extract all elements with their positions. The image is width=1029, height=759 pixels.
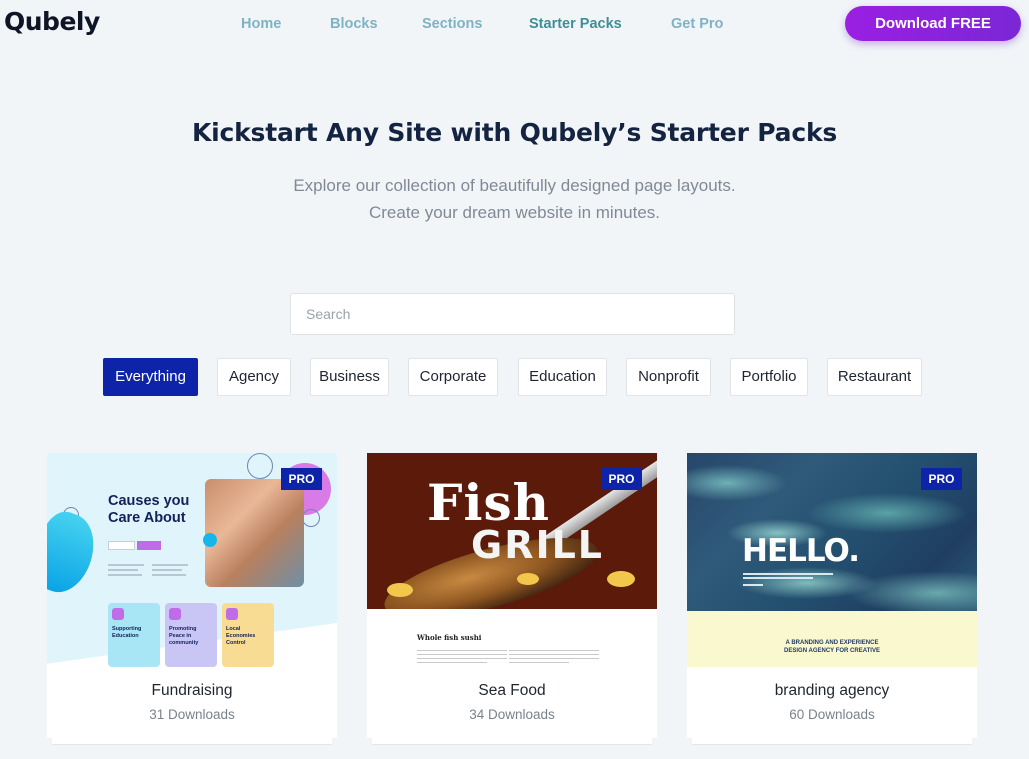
card-thumbnail[interactable]: Fish GRILL Whole fish sushi PRO	[367, 453, 657, 667]
preview-feature-card: Local Economies Control	[222, 603, 274, 667]
card-thumbnail[interactable]: HELLO. A BRANDING AND EXPERIENCE DESIGN …	[687, 453, 977, 667]
preview-title: Causes you Care About	[108, 493, 190, 526]
preview-text-lines	[743, 571, 833, 588]
preview-feature-card: Supporting Education	[108, 603, 160, 667]
hero-subtitle-line1: Explore our collection of beautifully de…	[293, 176, 736, 195]
pro-badge: PRO	[921, 468, 962, 490]
filter-education[interactable]: Education	[518, 358, 607, 396]
nav-get-pro[interactable]: Get Pro	[671, 16, 723, 32]
filter-corporate[interactable]: Corporate	[408, 358, 498, 396]
preview-word-grill: GRILL	[471, 523, 605, 567]
nav-blocks[interactable]: Blocks	[330, 16, 378, 32]
preview-tagline: A BRANDING AND EXPERIENCE DESIGN AGENCY …	[784, 640, 880, 654]
lemon-slice	[517, 573, 539, 585]
preview-buttons	[108, 537, 163, 555]
filter-agency[interactable]: Agency	[217, 358, 291, 396]
download-count: 34 Downloads	[469, 707, 555, 722]
hands-photo	[205, 479, 304, 587]
decorative-blob	[47, 506, 105, 600]
decorative-ring	[302, 509, 320, 527]
hero-subtitle-line2: Create your dream website in minutes.	[368, 203, 661, 222]
pro-badge: PRO	[601, 468, 642, 490]
preview-text-lines	[509, 647, 599, 666]
pro-badge: PRO	[281, 468, 322, 490]
preview-text-lines	[417, 647, 507, 666]
filter-business[interactable]: Business	[310, 358, 389, 396]
card-title[interactable]: Fundraising	[47, 682, 337, 700]
nav-home[interactable]: Home	[241, 16, 281, 32]
preview-heading: Whole fish sushi	[417, 633, 482, 642]
nav-sections[interactable]: Sections	[422, 16, 482, 32]
starter-pack-card-branding-agency[interactable]: HELLO. A BRANDING AND EXPERIENCE DESIGN …	[687, 453, 977, 745]
filter-everything[interactable]: Everything	[103, 358, 198, 396]
lemon-slice	[387, 583, 413, 597]
download-free-button[interactable]: Download FREE	[845, 6, 1021, 41]
card-body[interactable]: HELLO. A BRANDING AND EXPERIENCE DESIGN …	[687, 453, 977, 738]
starter-pack-card-sea-food[interactable]: Fish GRILL Whole fish sushi PRO Sea Food…	[367, 453, 657, 745]
card-body[interactable]: Causes you Care About Supporting Educati…	[47, 453, 337, 738]
preview-word-hello: HELLO.	[742, 533, 860, 569]
filter-restaurant[interactable]: Restaurant	[827, 358, 922, 396]
download-count: 60 Downloads	[789, 707, 875, 722]
search-input[interactable]	[290, 293, 735, 335]
download-count: 31 Downloads	[149, 707, 235, 722]
nav-starter-packs[interactable]: Starter Packs	[529, 16, 622, 32]
card-thumbnail[interactable]: Causes you Care About Supporting Educati…	[47, 453, 337, 667]
decorative-ring	[247, 453, 273, 479]
card-title[interactable]: branding agency	[687, 682, 977, 700]
lemon-slice	[607, 571, 635, 587]
preview-footer-band: A BRANDING AND EXPERIENCE DESIGN AGENCY …	[687, 611, 977, 667]
filter-portfolio[interactable]: Portfolio	[730, 358, 808, 396]
decorative-dot	[203, 533, 217, 547]
card-body[interactable]: Fish GRILL Whole fish sushi PRO Sea Food…	[367, 453, 657, 738]
page-title: Kickstart Any Site with Qubely’s Starter…	[191, 118, 838, 147]
filter-nonprofit[interactable]: Nonprofit	[626, 358, 711, 396]
preview-feature-card: Promoting Peace in community	[165, 603, 217, 667]
card-title[interactable]: Sea Food	[367, 682, 657, 700]
starter-pack-card-fundraising[interactable]: Causes you Care About Supporting Educati…	[47, 453, 337, 745]
